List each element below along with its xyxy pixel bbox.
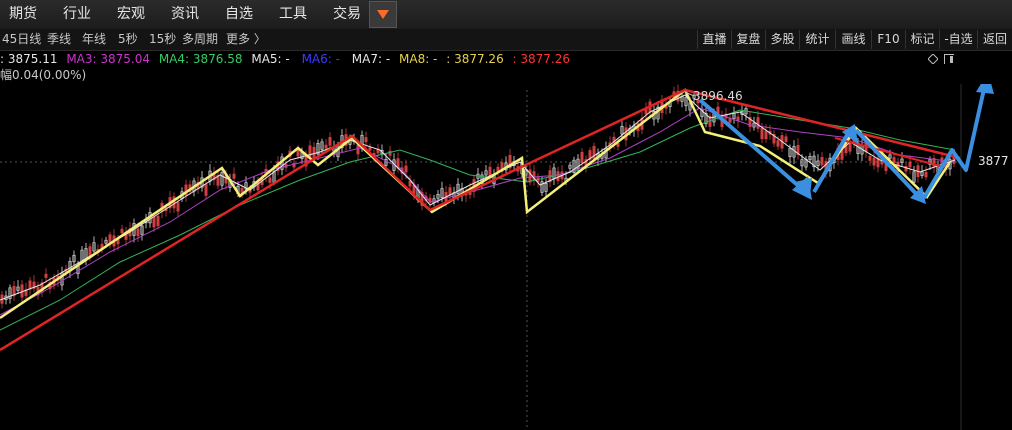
- candle-body: [296, 149, 300, 157]
- ma3-value: MA3: 3875.04: [66, 52, 150, 66]
- candle-body: [324, 144, 328, 149]
- period-quarter[interactable]: 季线: [47, 29, 71, 50]
- period-45day[interactable]: 45日线: [2, 29, 41, 50]
- top-menu-bar: 期货 行业 宏观 资讯 自选 工具 交易: [0, 0, 1012, 30]
- mark-button[interactable]: 标记: [905, 30, 939, 49]
- panel-toggle-icon[interactable]: [944, 54, 954, 64]
- candle-body: [120, 228, 124, 234]
- menu-futures[interactable]: 期货: [9, 0, 37, 29]
- candle-body: [408, 180, 412, 187]
- candle-body: [580, 151, 584, 164]
- f10-button[interactable]: F10: [871, 30, 905, 49]
- review-button[interactable]: 复盘: [731, 30, 765, 49]
- ma2-value: : 3875.11: [0, 52, 58, 66]
- ma4-value: MA4: 3876.58: [158, 52, 243, 66]
- candle-body: [152, 216, 156, 228]
- ma9-value: : 3877.26: [446, 52, 504, 66]
- live-button[interactable]: 直播: [697, 30, 731, 49]
- candle-body: [356, 144, 360, 155]
- candle-body: [108, 234, 112, 243]
- kline-chart[interactable]: 3896.46: [0, 84, 1012, 430]
- candle-body: [268, 177, 272, 183]
- candle-body: [136, 228, 140, 237]
- ma6-value: MA6: -: [301, 52, 340, 66]
- ma-line-white: [0, 94, 956, 301]
- triangle-down-icon: [377, 10, 389, 19]
- high-price-label: 3896.46: [693, 89, 743, 103]
- draw-line-button[interactable]: 画线: [835, 30, 871, 49]
- candle-body: [44, 273, 48, 278]
- multi-stock-button[interactable]: 多股: [765, 30, 799, 49]
- period-5s[interactable]: 5秒: [118, 29, 138, 50]
- menu-tools[interactable]: 工具: [279, 0, 307, 29]
- menu-watchlist[interactable]: 自选: [225, 0, 253, 29]
- menu-industry[interactable]: 行业: [63, 0, 91, 29]
- candle-body: [204, 184, 208, 196]
- candle-body: [404, 165, 408, 173]
- remove-watchlist-button[interactable]: -自选: [939, 30, 977, 49]
- candle-body: [156, 215, 160, 227]
- candle-body: [328, 137, 332, 146]
- candle-body: [776, 140, 780, 147]
- candle-body: [872, 157, 876, 166]
- candle-body: [924, 171, 928, 178]
- candle-body: [756, 117, 760, 129]
- period-toolbar: 45日线 季线 年线 5秒 15秒 多周期 更多 〉 直播 复盘 多股 统计 画…: [0, 29, 1012, 51]
- back-button[interactable]: 返回: [977, 30, 1012, 49]
- dropdown-arrow-button[interactable]: [369, 1, 397, 28]
- menu-macro[interactable]: 宏观: [117, 0, 145, 29]
- candle-body: [784, 136, 788, 142]
- ma10-value: : 3877.26: [512, 52, 571, 66]
- current-price-label: 3877: [978, 154, 1009, 168]
- candle-body: [364, 137, 368, 143]
- candle-body: [908, 161, 912, 168]
- candle-body: [176, 202, 180, 212]
- candle-body: [820, 156, 824, 166]
- ma5-value: MA5: -: [251, 52, 290, 66]
- trend-line-yellow: [0, 88, 952, 320]
- candle-body: [368, 146, 372, 151]
- menu-news[interactable]: 资讯: [171, 0, 199, 29]
- candlesticks: [0, 84, 956, 309]
- candle-body: [528, 169, 532, 183]
- candle-body: [764, 130, 768, 140]
- diamond-icon[interactable]: [928, 54, 938, 64]
- candle-body: [760, 127, 764, 140]
- period-more[interactable]: 更多 〉: [226, 29, 266, 50]
- candle-body: [892, 157, 896, 164]
- candle-body: [232, 173, 236, 179]
- candle-body: [556, 171, 560, 182]
- ma-line-purple: [0, 107, 956, 316]
- ma8-value: MA8: -: [399, 52, 438, 66]
- statistics-button[interactable]: 统计: [799, 30, 835, 49]
- period-15s[interactable]: 15秒: [149, 29, 176, 50]
- period-multi[interactable]: 多周期: [182, 29, 218, 50]
- amplitude-label: 幅0.04(0.00%): [0, 68, 87, 82]
- candle-body: [868, 156, 872, 161]
- menu-trade[interactable]: 交易: [333, 0, 361, 29]
- ma7-value: MA7: -: [351, 52, 391, 66]
- ma-legend: : 3875.11 MA3: 3875.04 MA4: 3876.58 MA5:…: [0, 51, 570, 67]
- candle-body: [592, 146, 596, 160]
- period-year[interactable]: 年线: [82, 29, 106, 50]
